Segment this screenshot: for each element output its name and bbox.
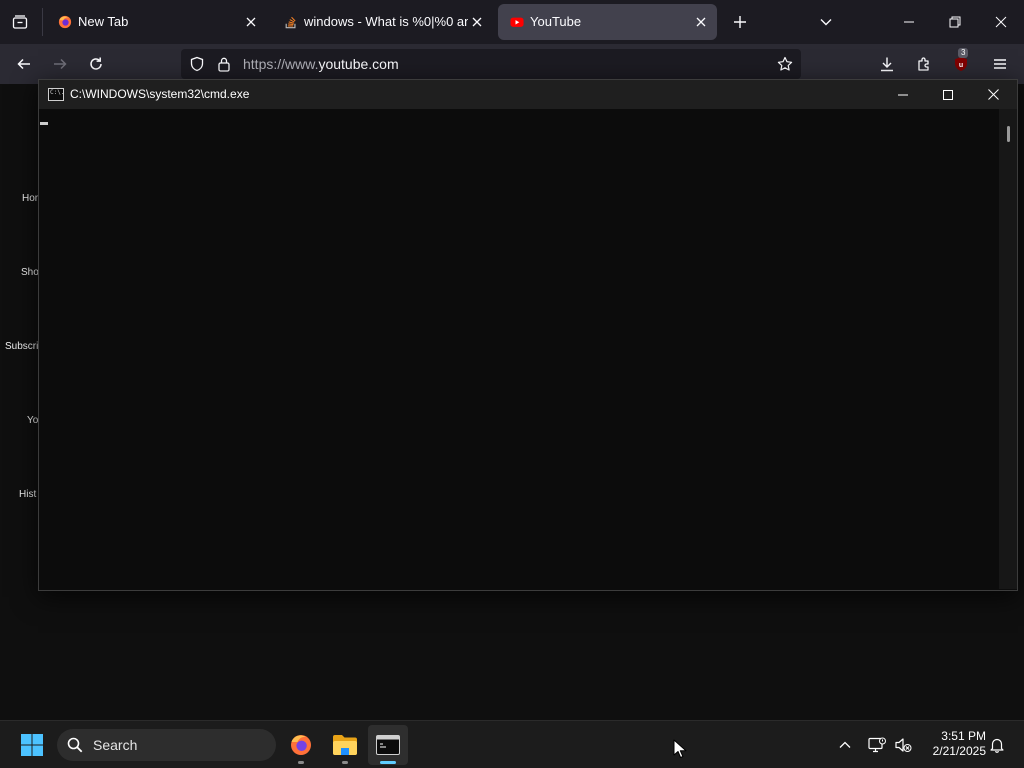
cmd-console-area[interactable]	[39, 109, 999, 589]
yt-sidebar-history[interactable]: Hist	[19, 489, 36, 500]
tab-manager-icon	[12, 15, 28, 29]
downloads-button[interactable]	[873, 50, 901, 78]
search-label: Search	[93, 737, 138, 753]
maximize-icon	[943, 89, 953, 100]
yt-sidebar-you[interactable]: Yo	[27, 415, 38, 426]
tab-title: New Tab	[78, 14, 129, 29]
reload-icon	[90, 57, 102, 70]
text-cursor	[40, 122, 48, 125]
download-icon	[881, 57, 893, 72]
arrow-right-icon	[54, 58, 67, 70]
cmd-maximize-button[interactable]	[925, 80, 971, 109]
list-tabs-dropdown-button[interactable]	[813, 9, 839, 35]
taskbar-app-command-prompt[interactable]	[368, 725, 408, 765]
close-icon	[995, 16, 1007, 28]
lock-icon[interactable]	[217, 56, 231, 72]
tab-divider	[42, 8, 43, 36]
windows-logo-icon	[21, 734, 43, 756]
running-indicator	[298, 761, 304, 764]
stackoverflow-icon	[285, 16, 296, 29]
tab-title: windows - What is %0|%0 and |	[304, 14, 468, 29]
close-icon	[987, 89, 999, 100]
firefox-icon	[291, 735, 311, 755]
cmd-window: C:\. C:\WINDOWS\system32\cmd.exe	[38, 79, 1018, 591]
firefox-icon	[58, 15, 72, 29]
extensions-button[interactable]	[910, 50, 938, 78]
url-text[interactable]: https://www.youtube.com	[243, 56, 399, 72]
youtube-icon	[510, 17, 524, 27]
clock-date: 2/21/2025	[932, 744, 986, 758]
cmd-window-title: C:\WINDOWS\system32\cmd.exe	[70, 87, 250, 101]
folder-icon	[333, 735, 357, 755]
running-indicator	[342, 761, 348, 764]
url-host: youtube.com	[318, 56, 399, 72]
terminal-icon	[376, 735, 400, 755]
taskbar: Search 3:51 PM 2/21/2025	[0, 720, 1024, 768]
forward-button[interactable]	[46, 50, 74, 78]
bookmark-star-button[interactable]	[775, 55, 795, 73]
browser-tab-bar: New Tab windows - What is %0|%0 and | Yo…	[0, 0, 1024, 44]
scrollbar-thumb[interactable]	[1007, 126, 1010, 142]
browser-close-button[interactable]	[978, 0, 1024, 44]
puzzle-piece-icon	[918, 57, 929, 71]
taskbar-app-file-explorer[interactable]	[325, 725, 365, 765]
cmd-icon-text: C:\.	[50, 89, 65, 96]
clock-time: 3:51 PM	[941, 729, 986, 743]
notifications-button[interactable]	[985, 733, 1009, 757]
tracking-protection-shield-icon[interactable]	[189, 56, 205, 72]
yt-sidebar-shorts[interactable]: Sho	[21, 267, 39, 278]
taskbar-app-firefox[interactable]	[281, 725, 321, 765]
tab-new-tab[interactable]: New Tab	[46, 4, 268, 40]
cmd-titlebar[interactable]: C:\. C:\WINDOWS\system32\cmd.exe	[39, 80, 1017, 109]
close-tab-icon[interactable]	[242, 13, 260, 31]
reload-button[interactable]	[82, 50, 110, 78]
chevron-up-icon	[839, 741, 851, 748]
minimize-icon	[904, 21, 914, 23]
arrow-left-icon	[17, 58, 30, 70]
new-tab-button[interactable]	[727, 9, 753, 35]
restore-icon	[949, 16, 961, 28]
svg-text:u: u	[959, 62, 963, 69]
plus-icon	[734, 16, 746, 28]
taskbar-search-box[interactable]: Search	[57, 729, 276, 761]
network-monitor-icon	[868, 737, 886, 753]
start-button[interactable]	[14, 729, 50, 761]
browser-minimize-button[interactable]	[886, 0, 932, 44]
command-prompt-icon: C:\.	[48, 88, 64, 101]
system-clock[interactable]: 3:51 PM 2/21/2025	[920, 729, 986, 759]
network-status-button[interactable]	[865, 733, 889, 757]
tab-title: YouTube	[530, 14, 582, 29]
active-indicator	[380, 761, 396, 764]
address-bar[interactable]: https://www.youtube.com	[181, 49, 801, 79]
close-tab-icon[interactable]	[692, 13, 710, 31]
star-icon	[777, 56, 793, 71]
cmd-close-button[interactable]	[970, 80, 1016, 109]
volume-button[interactable]	[891, 733, 915, 757]
yt-sidebar-home[interactable]: Hor	[22, 193, 38, 204]
chevron-down-icon	[820, 19, 832, 26]
yt-sidebar-subscriptions[interactable]: Subscri	[5, 341, 38, 352]
app-menu-button[interactable]	[986, 50, 1014, 78]
speaker-muted-icon	[895, 738, 912, 752]
cmd-scrollbar[interactable]	[999, 109, 1017, 589]
show-hidden-icons-button[interactable]	[833, 733, 857, 757]
minimize-icon	[898, 94, 908, 95]
cmd-minimize-button[interactable]	[880, 80, 926, 109]
tab-youtube[interactable]: YouTube	[498, 4, 717, 40]
bell-icon	[990, 738, 1004, 753]
hamburger-menu-icon	[994, 59, 1006, 69]
extension-badge-count: 3	[958, 48, 969, 58]
back-button[interactable]	[10, 50, 38, 78]
tab-stackoverflow[interactable]: windows - What is %0|%0 and |	[272, 4, 494, 40]
ublock-shield-icon: u	[955, 57, 967, 71]
url-prefix: https://www.	[243, 56, 319, 72]
close-tab-icon[interactable]	[468, 13, 486, 31]
list-all-tabs-button[interactable]	[6, 8, 34, 36]
browser-toolbar: https://www.youtube.com u 3	[0, 44, 1024, 84]
browser-restore-button[interactable]	[932, 0, 978, 44]
mouse-pointer-icon	[673, 739, 687, 758]
search-icon	[67, 737, 83, 753]
